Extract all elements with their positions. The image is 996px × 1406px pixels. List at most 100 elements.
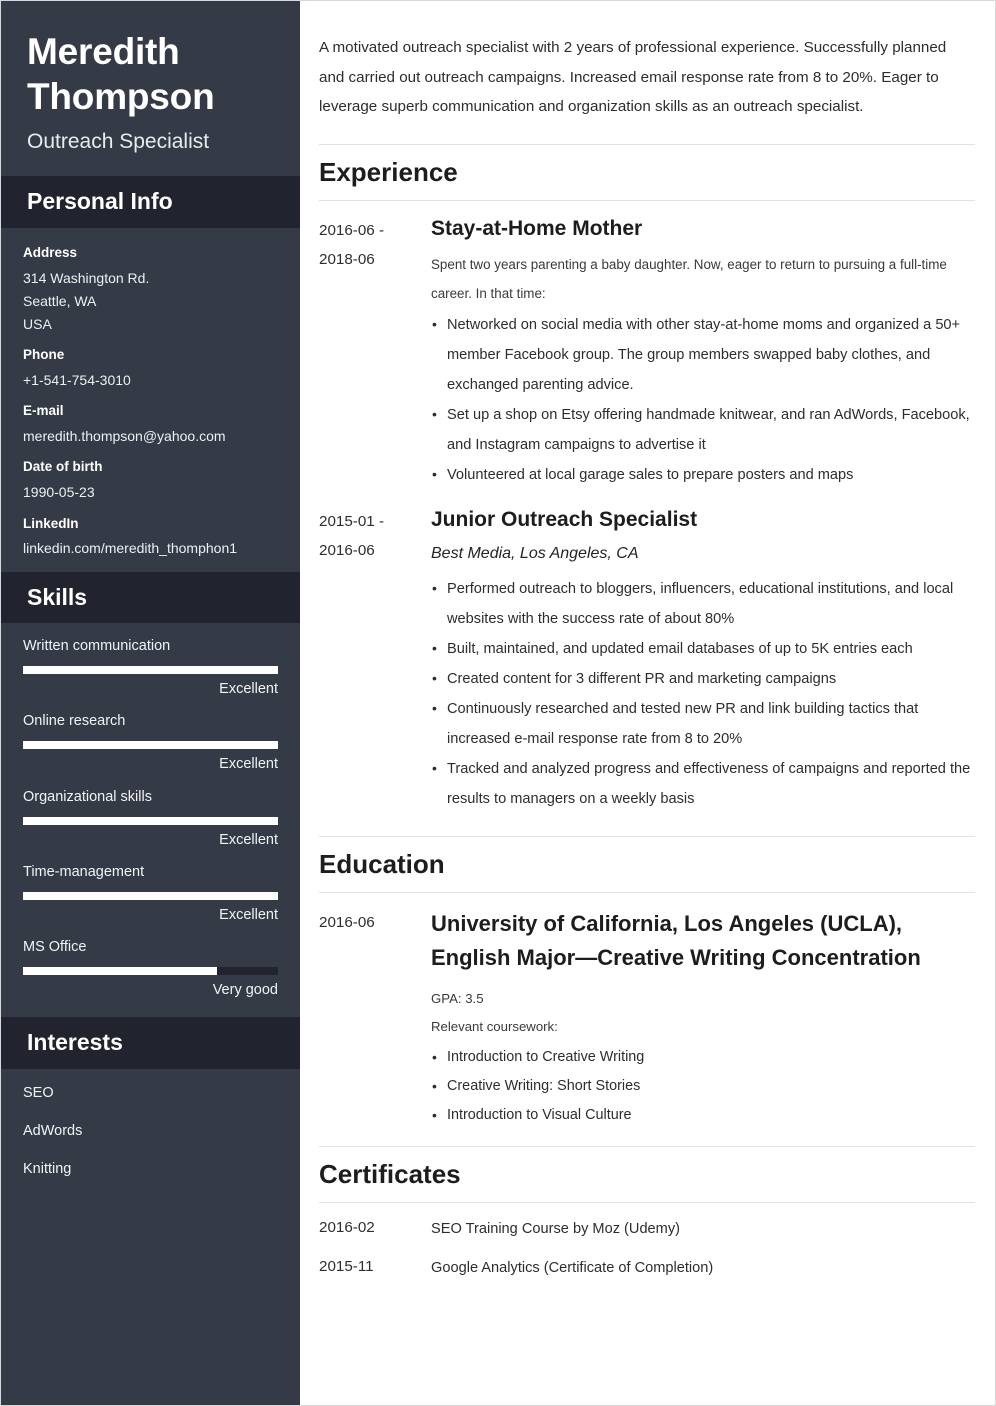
bullet-item: Networked on social media with other sta… [431, 310, 975, 400]
info-group-email: E-mail meredith.thompson@yahoo.com [23, 403, 278, 445]
info-label: Date of birth [23, 459, 103, 475]
interests-body: SEO AdWords Knitting [1, 1069, 300, 1199]
skill-name: Organizational skills [23, 788, 152, 805]
resume-main-content: A motivated outreach specialist with 2 y… [300, 1, 995, 1405]
certificate-row: 2015-11 Google Analytics (Certificate of… [319, 1256, 975, 1279]
info-group-linkedin: LinkedIn linkedin.com/meredith_thomphon1 [23, 516, 278, 558]
entry-date-end: 2018-06 [319, 250, 375, 268]
section-title-experience: Experience [319, 143, 975, 202]
entry-job-title: Junior Outreach Specialist [431, 508, 698, 532]
entry-bullet-list: Performed outreach to bloggers, influenc… [431, 574, 975, 815]
interest-item: SEO [23, 1084, 54, 1101]
info-value: 1990-05-23 [23, 484, 95, 501]
education-school-degree: University of California, Los Angeles (U… [431, 911, 921, 971]
skill-progress-fill [23, 816, 278, 825]
info-value: +1-541-754-3010 [23, 372, 131, 389]
education-coursework-list: Introduction to Creative Writing Creativ… [431, 1043, 975, 1129]
skill-name: Online research [23, 713, 126, 730]
bullet-item: Tracked and analyzed progress and effect… [431, 754, 975, 814]
entry-date-start: 2015-01 - [319, 513, 385, 531]
entry-description: Spent two years parenting a baby daughte… [431, 257, 947, 301]
entry-date-end: 2016-06 [319, 541, 375, 559]
skill-level-label: Excellent [219, 681, 278, 698]
skill-item: Online research Excellent [23, 712, 278, 773]
section-header-interests: Interests [1, 1017, 300, 1069]
certificates-entries: 2016-02 SEO Training Course by Moz (Udem… [319, 1203, 975, 1279]
certificate-name: Google Analytics (Certificate of Complet… [431, 1260, 714, 1277]
skill-progress-track [23, 741, 278, 750]
bullet-item: Introduction to Visual Culture [431, 1101, 975, 1130]
experience-entry: 2015-01 - 2016-06 Junior Outreach Specia… [319, 506, 975, 814]
skill-progress-fill [23, 891, 278, 900]
skill-progress-fill [23, 666, 278, 675]
entry-company: Best Media, Los Angeles, CA [431, 545, 639, 563]
info-value: Seattle, WA [23, 292, 97, 309]
info-group-phone: Phone +1-541-754-3010 [23, 347, 278, 389]
info-group-date-of-birth: Date of birth 1990-05-23 [23, 459, 278, 501]
certificate-row: 2016-02 SEO Training Course by Moz (Udem… [319, 1217, 975, 1240]
certificate-date: 2015-11 [319, 1258, 374, 1276]
skill-progress-fill [23, 741, 278, 750]
info-group-address: Address 314 Washington Rd. Seattle, WA U… [23, 245, 278, 333]
resume-page: Meredith Thompson Outreach Specialist Pe… [0, 0, 996, 1406]
info-label: LinkedIn [23, 515, 79, 531]
resume-sidebar: Meredith Thompson Outreach Specialist Pe… [1, 1, 300, 1405]
skill-item: Written communication Excellent [23, 637, 278, 698]
info-label: Address [23, 244, 78, 260]
bullet-item: Performed outreach to bloggers, influenc… [431, 574, 975, 634]
education-date: 2016-06 [319, 914, 375, 932]
skills-body: Written communication Excellent Online r… [1, 623, 300, 1017]
personal-info-body: Address 314 Washington Rd. Seattle, WA U… [1, 228, 300, 572]
skill-item: Organizational skills Excellent [23, 788, 278, 849]
info-label: E-mail [23, 403, 64, 419]
entry-job-title: Stay-at-Home Mother [431, 217, 643, 241]
interest-item: Knitting [23, 1161, 72, 1178]
skill-name: MS Office [23, 939, 87, 955]
candidate-job-title: Outreach Specialist [27, 130, 210, 154]
candidate-name: Meredith Thompson [27, 31, 215, 118]
skill-progress-track [23, 891, 278, 900]
entry-date: 2016-06 [319, 907, 431, 938]
skill-level-label: Excellent [219, 906, 278, 923]
entry-bullet-list: Networked on social media with other sta… [431, 310, 975, 490]
section-title-education: Education [319, 836, 975, 894]
experience-entry: 2016-06 - 2018-06 Stay-at-Home Mother Sp… [319, 215, 975, 490]
section-title-certificates: Certificates [319, 1145, 975, 1203]
skill-level-label: Excellent [219, 756, 278, 773]
entry-date-start: 2016-06 - [319, 222, 385, 240]
skill-item: MS Office Very good [23, 938, 278, 999]
education-gpa: GPA: 3.5 [431, 990, 484, 1006]
skill-item: Time-management Excellent [23, 863, 278, 924]
professional-summary: A motivated outreach specialist with 2 y… [319, 39, 947, 116]
info-value: meredith.thompson@yahoo.com [23, 428, 226, 445]
info-label: Phone [23, 347, 65, 363]
bullet-item: Set up a shop on Etsy offering handmade … [431, 400, 975, 460]
skill-level-label: Excellent [219, 831, 278, 848]
section-header-skills: Skills [1, 571, 300, 623]
interest-item: AdWords [23, 1123, 83, 1140]
skill-progress-track [23, 816, 278, 825]
entry-body: University of California, Los Angeles (U… [431, 907, 975, 1129]
education-entries: 2016-06 University of California, Los An… [319, 893, 975, 1129]
bullet-item: Volunteered at local garage sales to pre… [431, 460, 975, 490]
entry-date-range: 2015-01 - 2016-06 [319, 506, 431, 565]
entry-body: Junior Outreach Specialist Best Media, L… [431, 506, 975, 814]
education-coursework-label: Relevant coursework: [431, 1018, 558, 1034]
entry-date-range: 2016-06 - 2018-06 [319, 215, 431, 274]
skill-progress-track [23, 967, 278, 976]
info-value: linkedin.com/meredith_thomphon1 [23, 540, 238, 557]
section-header-personal-info: Personal Info [1, 176, 300, 228]
certificate-name: SEO Training Course by Moz (Udemy) [431, 1220, 680, 1237]
skill-progress-track [23, 666, 278, 675]
bullet-item: Built, maintained, and updated email dat… [431, 634, 975, 664]
bullet-item: Creative Writing: Short Stories [431, 1072, 975, 1101]
name-block: Meredith Thompson Outreach Specialist [1, 1, 300, 176]
certificate-date: 2016-02 [319, 1218, 375, 1236]
experience-entries: 2016-06 - 2018-06 Stay-at-Home Mother Sp… [319, 201, 975, 814]
bullet-item: Created content for 3 different PR and m… [431, 664, 975, 694]
skill-progress-fill [23, 967, 217, 976]
skill-level-label: Very good [212, 982, 278, 999]
entry-body: Stay-at-Home Mother Spent two years pare… [431, 215, 975, 490]
skill-name: Time-management [23, 863, 145, 880]
bullet-item: Introduction to Creative Writing [431, 1043, 975, 1072]
